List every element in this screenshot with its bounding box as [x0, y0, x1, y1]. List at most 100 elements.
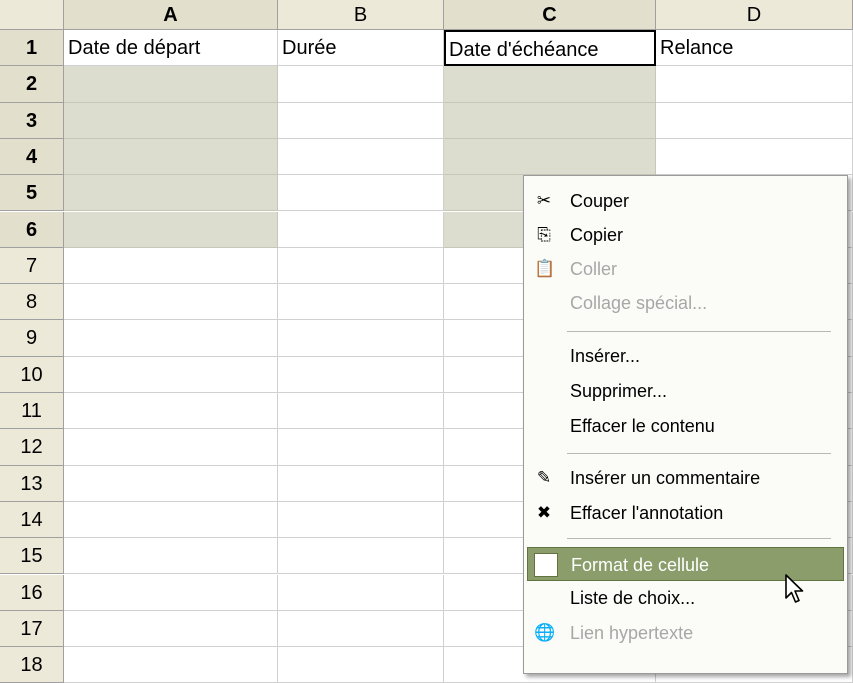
cell-d4[interactable] — [656, 138, 853, 176]
column-header-b[interactable]: B — [278, 0, 444, 30]
cell-a2[interactable] — [64, 66, 278, 103]
cell-b12[interactable] — [278, 429, 444, 466]
row-header-2[interactable]: 2 — [0, 66, 64, 103]
menu-item-label: Effacer le contenu — [570, 416, 715, 436]
scissors-icon: ✂ — [536, 191, 552, 210]
menu-item-paste[interactable]: 📋 Coller — [527, 252, 844, 286]
row-header-12[interactable]: 12 — [0, 429, 64, 466]
cell-d3[interactable] — [656, 102, 853, 139]
format-cells-icon: ▦ — [534, 553, 558, 577]
cell-b10[interactable] — [278, 356, 444, 393]
menu-separator — [567, 538, 831, 539]
row-header-5[interactable]: 5 — [0, 175, 64, 212]
menu-separator — [567, 453, 831, 454]
cell-a5[interactable] — [64, 175, 278, 212]
cell-b5[interactable] — [278, 175, 444, 212]
cell-a14[interactable] — [64, 501, 278, 539]
cell-a18[interactable] — [64, 647, 278, 683]
column-header-d[interactable]: D — [656, 0, 853, 30]
row-header-6[interactable]: 6 — [0, 211, 64, 248]
menu-item-insert-comment[interactable]: ✎ Insérer un commentaire — [527, 461, 844, 495]
menu-item-label: Supprimer... — [570, 381, 668, 401]
column-header-c[interactable]: C — [444, 0, 656, 30]
cell-c3[interactable] — [444, 102, 656, 139]
cell-a11[interactable] — [64, 393, 278, 430]
hyperlink-icon: 🌐 — [534, 623, 556, 642]
cell-b6[interactable] — [278, 211, 444, 248]
copy-icon: ⎘ — [537, 225, 551, 244]
cell-c1[interactable]: Date d'échéance — [444, 30, 656, 67]
menu-item-paste-special[interactable]: Collage spécial... — [527, 286, 844, 320]
row-header-3[interactable]: 3 — [0, 102, 64, 139]
menu-item-copy[interactable]: ⎘ Copier — [527, 218, 844, 252]
cell-a17[interactable] — [64, 610, 278, 648]
cell-b13[interactable] — [278, 465, 444, 502]
menu-item-label: Effacer l'annotation — [570, 503, 724, 523]
row-header-14[interactable]: 14 — [0, 501, 64, 539]
cell-a8[interactable] — [64, 284, 278, 321]
cell-b4[interactable] — [278, 138, 444, 176]
cell-b15[interactable] — [278, 538, 444, 575]
insert-comment-icon: ✎ — [536, 468, 552, 487]
menu-item-hyperlink[interactable]: 🌐 Lien hypertexte — [527, 616, 844, 650]
column-header-a[interactable]: A — [64, 0, 278, 30]
row-header-9[interactable]: 9 — [0, 320, 64, 357]
row-header-15[interactable]: 15 — [0, 538, 64, 575]
cell-a1[interactable]: Date de départ — [64, 30, 278, 67]
cell-b11[interactable] — [278, 393, 444, 430]
menu-item-label: Liste de choix... — [570, 588, 696, 608]
cell-b9[interactable] — [278, 320, 444, 357]
cell-b1[interactable]: Durée — [278, 30, 444, 67]
mouse-cursor-icon — [785, 574, 804, 603]
row-header-10[interactable]: 10 — [0, 356, 64, 393]
cell-b14[interactable] — [278, 501, 444, 539]
menu-item-label: Collage spécial... — [570, 293, 708, 313]
menu-separator — [567, 331, 831, 332]
menu-item-label: Copier — [570, 225, 624, 245]
menu-item-label: Format de cellule — [571, 555, 710, 575]
row-header-7[interactable]: 7 — [0, 247, 64, 285]
row-header-17[interactable]: 17 — [0, 610, 64, 648]
menu-item-cut[interactable]: ✂ Couper — [527, 184, 844, 218]
cell-a3[interactable] — [64, 102, 278, 139]
menu-item-label: Insérer... — [570, 346, 641, 366]
menu-item-label: Coller — [570, 259, 618, 279]
paste-icon: 📋 — [534, 259, 556, 278]
row-header-8[interactable]: 8 — [0, 284, 64, 321]
cell-a9[interactable] — [64, 320, 278, 357]
cell-c2[interactable] — [444, 66, 656, 103]
cell-a6[interactable] — [64, 211, 278, 248]
cell-b3[interactable] — [278, 102, 444, 139]
menu-item-delete[interactable]: Supprimer... — [527, 374, 844, 408]
row-header-13[interactable]: 13 — [0, 465, 64, 502]
cell-b2[interactable] — [278, 66, 444, 103]
menu-item-clear-annotation[interactable]: ✖ Effacer l'annotation — [527, 496, 844, 530]
cell-b18[interactable] — [278, 647, 444, 683]
cell-a15[interactable] — [64, 538, 278, 575]
cell-a16[interactable] — [64, 574, 278, 611]
row-header-4[interactable]: 4 — [0, 138, 64, 176]
menu-item-label: Insérer un commentaire — [570, 468, 761, 488]
menu-item-label: Couper — [570, 191, 630, 211]
cell-a10[interactable] — [64, 356, 278, 393]
menu-item-clear-contents[interactable]: Effacer le contenu — [527, 409, 844, 443]
cell-a13[interactable] — [64, 465, 278, 502]
row-header-16[interactable]: 16 — [0, 574, 64, 611]
cell-b8[interactable] — [278, 284, 444, 321]
select-all-corner[interactable] — [0, 0, 64, 30]
row-header-18[interactable]: 18 — [0, 647, 64, 683]
cell-a12[interactable] — [64, 429, 278, 466]
cell-b17[interactable] — [278, 610, 444, 648]
cell-b7[interactable] — [278, 247, 444, 285]
cell-a4[interactable] — [64, 138, 278, 176]
menu-item-insert[interactable]: Insérer... — [527, 339, 844, 373]
row-header-11[interactable]: 11 — [0, 393, 64, 430]
delete-comment-icon: ✖ — [536, 503, 552, 522]
cell-c4[interactable] — [444, 138, 656, 176]
row-header-1[interactable]: 1 — [0, 30, 64, 67]
cell-b16[interactable] — [278, 574, 444, 611]
cell-d1[interactable]: Relance — [656, 30, 853, 67]
cell-a7[interactable] — [64, 247, 278, 285]
cell-d2[interactable] — [656, 66, 853, 103]
menu-item-label: Lien hypertexte — [570, 623, 694, 643]
